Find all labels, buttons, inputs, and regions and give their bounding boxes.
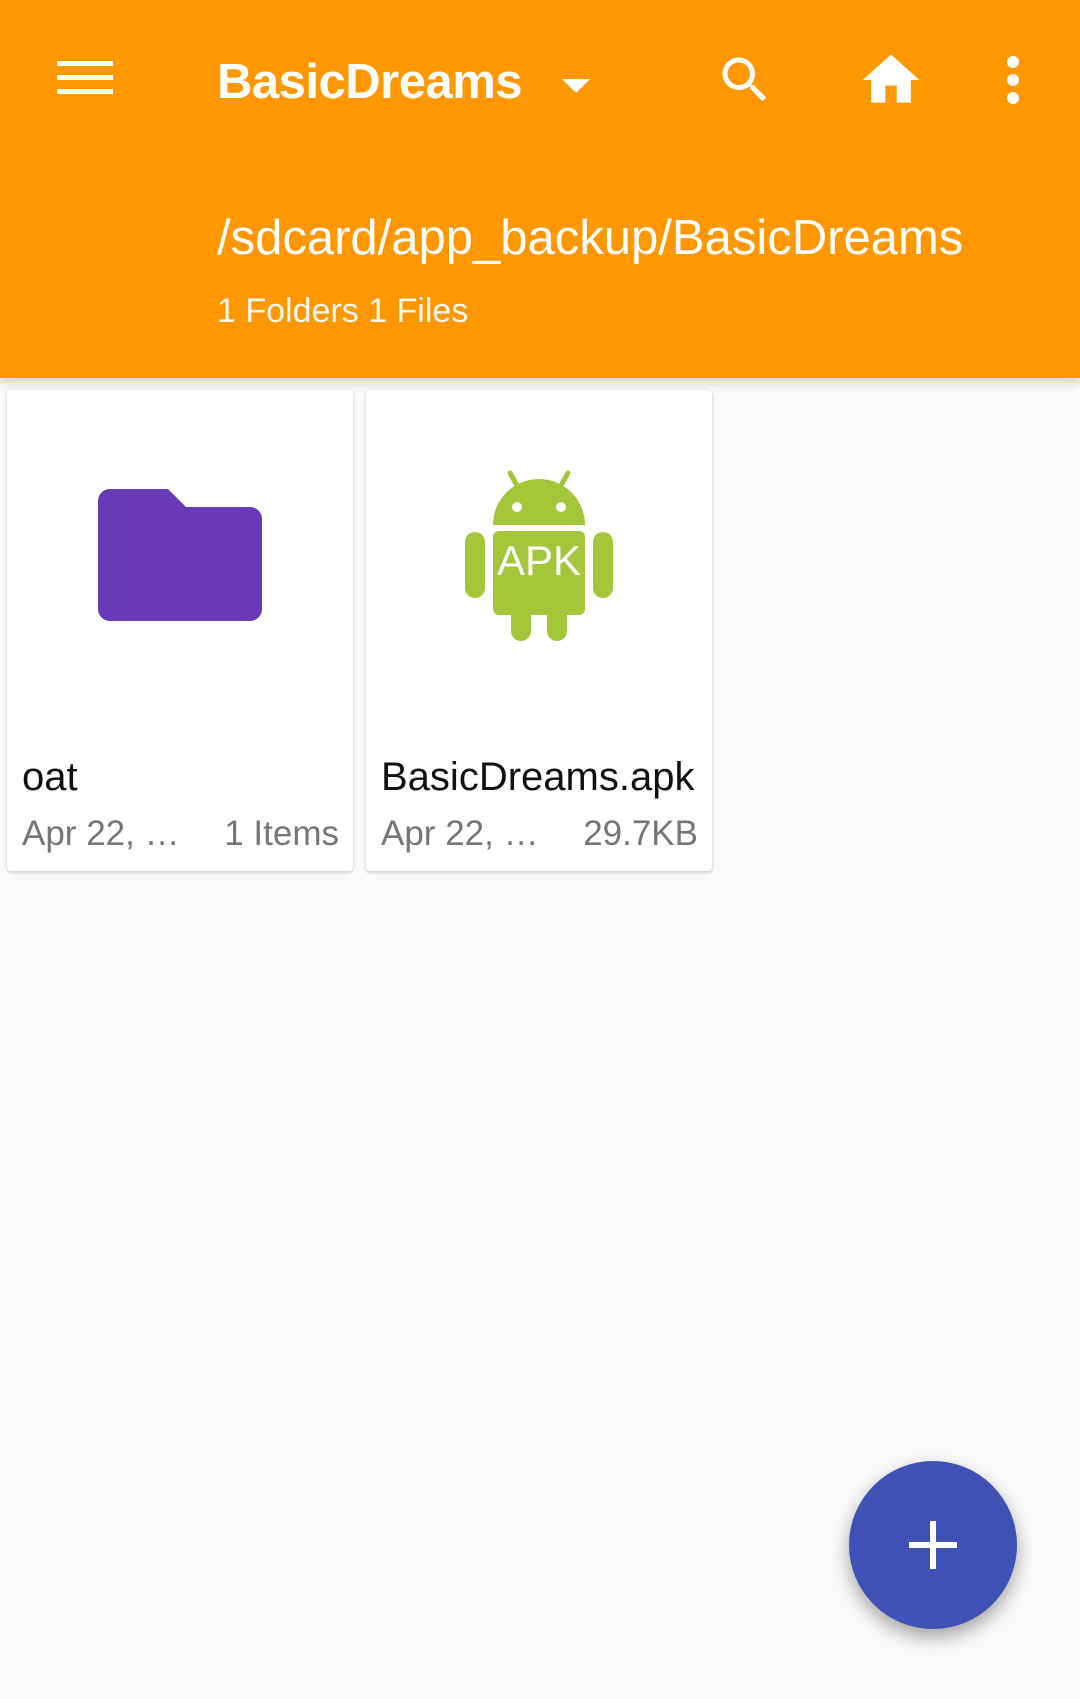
apk-badge-text: APK — [497, 537, 581, 584]
add-fab[interactable] — [849, 1461, 1017, 1629]
apk-thumbnail: APK — [366, 390, 712, 720]
file-card-oat[interactable]: oat Apr 22, 2… 1 Items — [7, 390, 353, 871]
file-name: oat — [22, 755, 78, 799]
file-size: 29.7KB — [583, 814, 698, 853]
file-date: Apr 22, 20… — [381, 814, 553, 853]
file-grid: oat Apr 22, 2… 1 Items APK BasicDreams.a… — [7, 390, 712, 871]
more-vert-icon — [1006, 56, 1019, 104]
menu-button[interactable] — [50, 48, 120, 108]
folder-thumbnail — [7, 390, 353, 720]
file-card-basicdreams-apk[interactable]: APK BasicDreams.apk Apr 22, 20… 29.7KB — [366, 390, 712, 871]
arrow-drop-down-icon — [562, 79, 591, 93]
android-apk-icon: APK — [465, 470, 613, 641]
add-icon — [909, 1521, 957, 1569]
folder-summary: 1 Folders 1 Files — [217, 292, 469, 330]
search-button[interactable] — [705, 45, 785, 115]
search-icon — [722, 57, 767, 102]
file-date: Apr 22, 2… — [22, 814, 194, 853]
current-path-text: /sdcard/app_backup/BasicDreams — [217, 211, 964, 265]
file-size: 1 Items — [224, 814, 339, 853]
app-bar: BasicDreams /sdcard/app_backup/BasicDrea… — [0, 0, 1080, 378]
file-name: BasicDreams.apk — [381, 755, 695, 799]
app-bar-title: BasicDreams — [217, 55, 523, 109]
menu-icon — [57, 61, 113, 94]
folder-icon — [98, 489, 262, 621]
current-path[interactable]: /sdcard/app_backup/BasicDreams — [217, 205, 1032, 271]
more-options-button[interactable] — [990, 45, 1035, 115]
home-icon — [862, 54, 919, 103]
home-button[interactable] — [848, 45, 933, 115]
title-dropdown[interactable]: BasicDreams — [217, 42, 591, 122]
